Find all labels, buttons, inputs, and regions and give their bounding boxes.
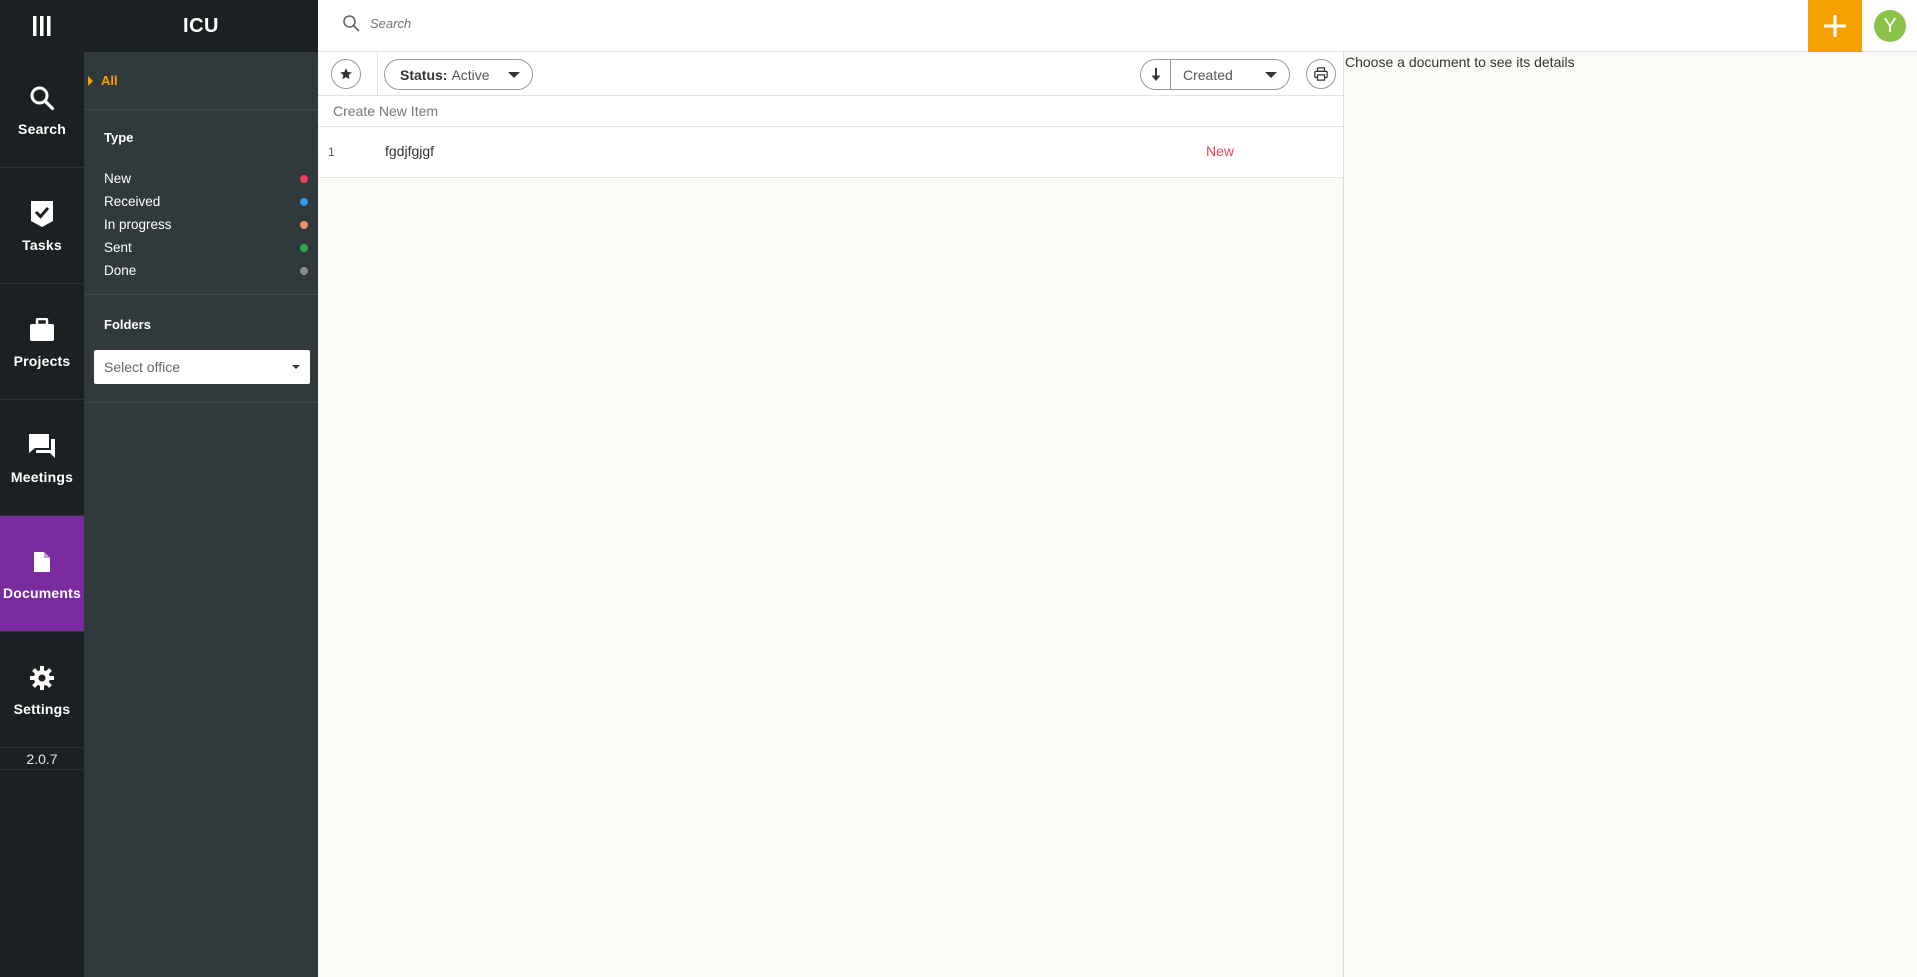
office-select-placeholder: Select office: [104, 359, 181, 375]
type-label: Sent: [104, 240, 132, 255]
columns-icon: [33, 16, 51, 36]
type-title: Type: [104, 130, 134, 145]
toolbar-divider: [377, 52, 378, 96]
starred-filter-button[interactable]: [331, 59, 361, 89]
task-check-icon: [27, 199, 57, 229]
document-list-pane: Status: Active Created Create New Item 1…: [318, 52, 1344, 977]
type-label: New: [104, 171, 132, 186]
avatar[interactable]: Y: [1874, 10, 1906, 42]
search-box: [342, 14, 770, 32]
nav-documents[interactable]: Documents: [0, 516, 84, 632]
printer-icon: [1314, 67, 1328, 81]
briefcase-icon: [27, 315, 57, 345]
type-label: In progress: [104, 217, 172, 232]
sort-direction-button[interactable]: [1141, 60, 1171, 89]
details-pane: Choose a document to see its details: [1345, 52, 1917, 977]
status-dot: [300, 220, 308, 229]
menu-toggle[interactable]: [0, 0, 84, 52]
details-empty-hint: Choose a document to see its details: [1345, 54, 1575, 70]
nav-meetings[interactable]: Meetings: [0, 400, 84, 516]
type-label: Received: [104, 194, 161, 209]
star-icon: [340, 68, 352, 80]
search-icon: [27, 83, 57, 113]
add-button[interactable]: [1808, 0, 1862, 52]
filter-all[interactable]: All: [84, 52, 318, 110]
nav-settings[interactable]: Settings: [0, 632, 84, 748]
list-item[interactable]: 1 fgdjfgjgf New: [318, 127, 1343, 178]
chevron-down-icon: [1265, 71, 1277, 78]
nav-label: Tasks: [22, 236, 62, 253]
status-filter-value: Active: [451, 66, 490, 83]
type-item-new[interactable]: New: [84, 167, 318, 190]
chevron-down-icon: [292, 365, 300, 369]
item-number: 1: [328, 145, 335, 159]
nav-projects[interactable]: Projects: [0, 284, 84, 400]
search-icon: [343, 15, 360, 32]
status-filter-dropdown[interactable]: Status: Active: [384, 59, 533, 90]
caret-right-icon: [88, 75, 93, 86]
status-dot: [300, 197, 308, 206]
nav-label: Documents: [2, 584, 82, 601]
nav-label: Meetings: [10, 468, 74, 485]
folders-title: Folders: [104, 317, 151, 332]
status-dot: [300, 174, 308, 183]
gear-icon: [27, 663, 57, 693]
arrow-down-icon: [1151, 67, 1160, 81]
type-list: New Received In progress Sent Done: [84, 167, 318, 282]
item-status: New: [1206, 143, 1235, 159]
nav-tasks[interactable]: Tasks: [0, 168, 84, 284]
filter-panel: ICU All Type New Received In progress Se…: [84, 0, 318, 977]
nav-label: Settings: [13, 700, 71, 717]
document-icon: [27, 547, 57, 577]
nav-rail: Search Tasks Projects Meetings Documents: [0, 0, 84, 977]
plus-icon: [1824, 15, 1846, 37]
chat-icon: [27, 431, 57, 461]
nav-label: Search: [18, 120, 66, 137]
nav-label: Projects: [13, 352, 71, 369]
item-title: fgdjfgjgf: [385, 143, 435, 159]
sort-field-value: Created: [1183, 66, 1233, 83]
list-toolbar: Status: Active Created: [318, 52, 1343, 96]
app-version: 2.0.7: [0, 748, 84, 770]
status-filter-label: Status:: [400, 66, 448, 83]
sort-control: Created: [1140, 59, 1290, 90]
search-input[interactable]: [370, 15, 770, 31]
type-section: Type New Received In progress Sent Done: [84, 110, 318, 295]
status-dot: [300, 243, 308, 252]
sort-field-dropdown[interactable]: Created: [1171, 60, 1289, 89]
folders-section: Folders Select office: [84, 295, 318, 403]
filter-all-label: All: [101, 73, 118, 88]
print-button[interactable]: [1306, 59, 1336, 89]
office-select[interactable]: Select office: [94, 350, 310, 384]
app-title: ICU: [84, 0, 318, 52]
type-item-received[interactable]: Received: [84, 190, 318, 213]
type-item-done[interactable]: Done: [84, 259, 318, 282]
type-item-sent[interactable]: Sent: [84, 236, 318, 259]
create-new-item[interactable]: Create New Item: [318, 96, 1343, 127]
status-dot: [300, 266, 308, 275]
chevron-down-icon: [508, 72, 520, 78]
type-label: Done: [104, 263, 137, 278]
type-item-in-progress[interactable]: In progress: [84, 213, 318, 236]
nav-search[interactable]: Search: [0, 52, 84, 168]
top-bar: Y: [318, 0, 1917, 52]
